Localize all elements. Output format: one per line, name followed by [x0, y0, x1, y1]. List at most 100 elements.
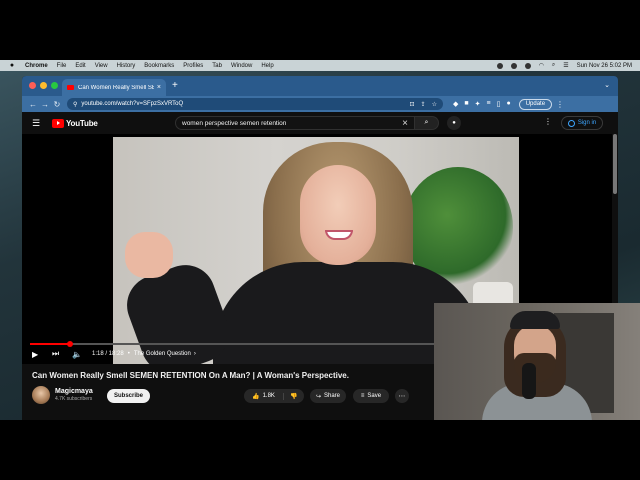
extension-icon[interactable]: ■: [464, 100, 468, 108]
side-panel-icon[interactable]: ▯: [497, 100, 501, 108]
menu-bookmarks[interactable]: Bookmarks: [144, 63, 174, 69]
profile-icon[interactable]: ●: [506, 100, 510, 108]
menu-help[interactable]: Help: [261, 63, 273, 69]
reload-icon[interactable]: ↻: [51, 100, 63, 109]
microphone-icon: ●: [452, 120, 456, 126]
more-actions-button[interactable]: ⋯: [395, 389, 409, 403]
menu-edit[interactable]: Edit: [75, 63, 85, 69]
clear-search-icon[interactable]: ×: [402, 118, 408, 129]
status-icon[interactable]: [510, 62, 517, 69]
toolbar: ← → ↻ ⚲ youtube.com/watch?v=SFpzSxVRToQ …: [22, 96, 618, 112]
control-center-icon[interactable]: ☰: [563, 62, 568, 69]
play-icon[interactable]: ▶: [32, 350, 42, 359]
apple-icon[interactable]: ●: [8, 62, 16, 69]
thumbs-down-icon: 👎: [290, 393, 298, 400]
window-controls: [29, 82, 58, 89]
like-button[interactable]: 👍 1.8K: [244, 392, 284, 400]
extension-icon[interactable]: ◆: [453, 100, 458, 108]
menubar-clock[interactable]: Sun Nov 26 5:02 PM: [577, 63, 632, 69]
screen-frame: ● Chrome File Edit View History Bookmark…: [0, 60, 640, 420]
search-button[interactable]: ⌕: [415, 116, 439, 130]
channel-meta: Magicmaya 4.7K subscribers: [55, 388, 93, 402]
subscriber-count: 4.7K subscribers: [55, 396, 93, 402]
progress-scrubber[interactable]: [67, 341, 74, 347]
webcam-person-cap: [510, 311, 560, 329]
webcam-microphone: [522, 363, 536, 399]
close-window-button[interactable]: [29, 82, 36, 89]
youtube-favicon-icon: [67, 85, 74, 90]
next-icon[interactable]: ⏭: [52, 349, 62, 359]
video-title: Can Women Really Smell SEMEN RETENTION O…: [32, 371, 349, 380]
like-count: 1.8K: [262, 393, 275, 399]
menu-tab[interactable]: Tab: [212, 63, 222, 69]
player-controls: ▶ ⏭ 🔈 1:18 / 18:28 • The Golden Question…: [32, 348, 196, 360]
menu-view[interactable]: View: [95, 63, 108, 69]
status-icon[interactable]: [524, 62, 531, 69]
puzzle-extensions-icon[interactable]: ✦: [475, 100, 481, 108]
site-info-icon[interactable]: ⚲: [73, 101, 77, 108]
volume-icon[interactable]: 🔈: [72, 350, 82, 359]
share-label: Share: [324, 393, 341, 399]
minimize-window-button[interactable]: [40, 82, 47, 89]
account-icon: [567, 119, 575, 127]
tab-search-chevron-icon[interactable]: ⌄: [604, 81, 610, 89]
url-text[interactable]: youtube.com/watch?v=SFpzSxVRToQ: [81, 101, 403, 107]
channel-avatar[interactable]: [32, 386, 50, 404]
sign-in-button[interactable]: Sign in: [561, 116, 603, 130]
bookmark-star-icon[interactable]: ☆: [432, 101, 437, 108]
chrome-menu-icon[interactable]: ⋮: [556, 100, 564, 109]
channel-name[interactable]: Magicmaya: [55, 388, 93, 395]
share-button[interactable]: ↪ Share: [310, 389, 346, 403]
dislike-button[interactable]: 👎: [284, 393, 304, 400]
time-separator: •: [127, 351, 130, 357]
address-bar[interactable]: ⚲ youtube.com/watch?v=SFpzSxVRToQ ⊡ ⇪ ☆: [67, 98, 443, 110]
search-icon[interactable]: ⌕: [552, 62, 555, 69]
voice-search-button[interactable]: ●: [447, 116, 461, 130]
video-person-fist: [125, 232, 173, 278]
chapter-chevron-icon[interactable]: ›: [194, 351, 196, 357]
save-label: Save: [367, 393, 382, 399]
share-icon[interactable]: ⇪: [421, 101, 426, 108]
webcam-overlay: [434, 303, 640, 420]
menu-window[interactable]: Window: [231, 63, 252, 69]
forward-arrow-icon[interactable]: →: [39, 100, 51, 109]
save-button[interactable]: ≡ Save: [353, 389, 389, 403]
zoom-window-button[interactable]: [51, 82, 58, 89]
wifi-icon[interactable]: ◠: [539, 62, 544, 69]
more-dots-icon: ⋯: [398, 393, 406, 400]
tab-strip: Can Women Really Smell SEM × + ⌄: [22, 76, 618, 96]
time-display: 1:18 / 18:28: [92, 351, 124, 357]
media-icon[interactable]: ≡: [487, 100, 491, 108]
chapter-title[interactable]: The Golden Question: [134, 351, 191, 357]
update-button[interactable]: Update: [518, 98, 553, 110]
status-icon[interactable]: [496, 62, 503, 69]
install-icon[interactable]: ⊡: [410, 101, 415, 108]
new-tab-button[interactable]: +: [172, 80, 178, 91]
menu-chrome[interactable]: Chrome: [25, 63, 48, 69]
back-arrow-icon[interactable]: ←: [27, 100, 39, 109]
tab-title: Can Women Really Smell SEM: [78, 84, 154, 91]
youtube-play-logo-icon: [52, 118, 64, 128]
video-person-face: [300, 165, 376, 265]
macos-menubar: ● Chrome File Edit View History Bookmark…: [0, 60, 640, 71]
search-input[interactable]: women perspective semen retention ×: [175, 116, 415, 130]
channel-info: Magicmaya 4.7K subscribers: [32, 386, 93, 404]
subscribe-button[interactable]: Subscribe: [107, 389, 150, 403]
menu-profiles[interactable]: Profiles: [183, 63, 203, 69]
save-playlist-icon: ≡: [360, 393, 365, 399]
youtube-logo-text: YouTube: [66, 118, 98, 128]
page-scrollbar[interactable]: [613, 134, 617, 194]
like-dislike-group: 👍 1.8K 👎: [244, 389, 304, 403]
extensions-area: ◆ ■ ✦ ≡ ▯ ●: [453, 100, 511, 108]
menu-file[interactable]: File: [57, 63, 67, 69]
progress-fill: [30, 343, 71, 345]
search-icon: ⌕: [424, 119, 429, 126]
youtube-logo[interactable]: YouTube: [52, 118, 98, 128]
settings-kebab-icon[interactable]: ⋮: [544, 117, 552, 126]
thumbs-up-icon: 👍: [252, 393, 260, 400]
close-tab-icon[interactable]: ×: [157, 84, 161, 91]
search-query-text[interactable]: women perspective semen retention: [182, 120, 402, 127]
hamburger-menu-icon[interactable]: ☰: [32, 118, 42, 129]
tab-youtube[interactable]: Can Women Really Smell SEM ×: [62, 79, 166, 96]
menu-history[interactable]: History: [117, 63, 136, 69]
